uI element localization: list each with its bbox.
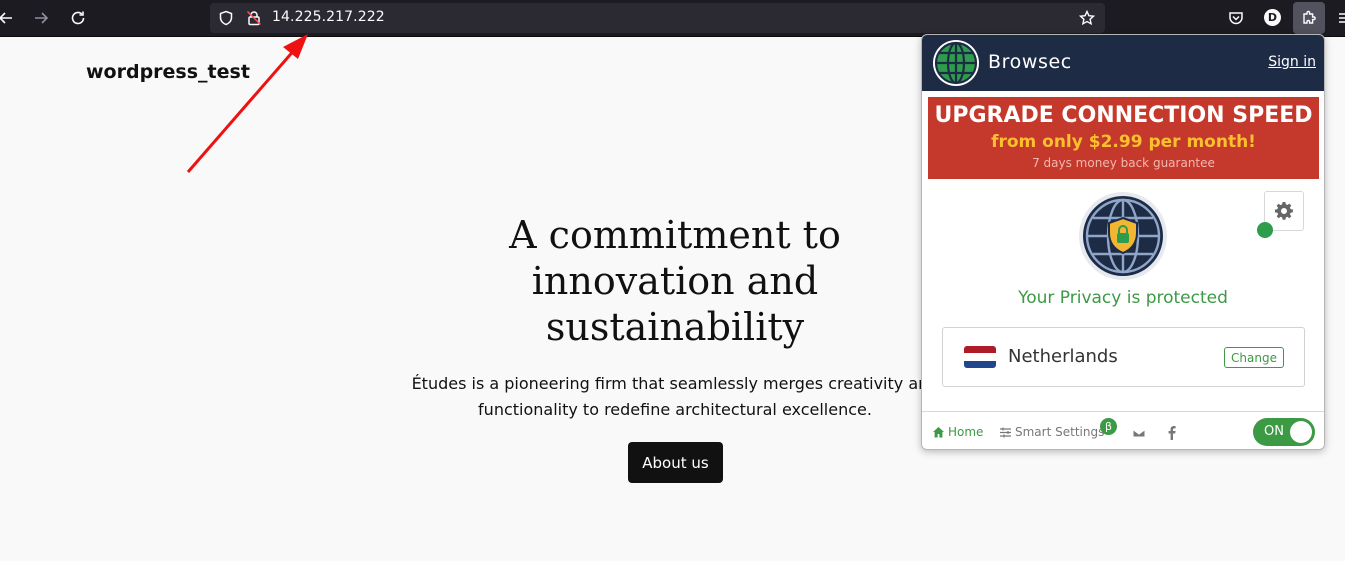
account-avatar[interactable]: D [1264, 9, 1281, 26]
tracking-protection-icon[interactable] [218, 10, 234, 26]
browsec-popup: Browsec Sign in UPGRADE CONNECTION SPEED… [921, 34, 1325, 450]
star-icon[interactable] [1078, 9, 1096, 26]
url-bar[interactable]: 14.225.217.222 [210, 3, 1105, 33]
sign-in-link[interactable]: Sign in [1268, 54, 1316, 70]
browsec-brand: Browsec [988, 51, 1072, 73]
sliders-icon [1000, 427, 1011, 437]
toggle-label: ON [1264, 424, 1284, 439]
insecure-lock-icon[interactable] [246, 10, 262, 26]
toggle-knob [1290, 421, 1312, 443]
footer-smart-settings-tab[interactable]: Smart Settings [999, 425, 1104, 439]
connection-status-dot [1257, 222, 1273, 238]
promo-title: UPGRADE CONNECTION SPEED [934, 103, 1313, 128]
forward-arrow-icon[interactable] [29, 6, 53, 30]
footer-home-tab[interactable]: Home [932, 425, 983, 439]
about-us-button[interactable]: About us [628, 442, 723, 483]
home-icon [933, 426, 944, 437]
beta-badge: β [1100, 418, 1117, 435]
hero-heading: A commitment to innovation and sustainab… [509, 213, 841, 349]
reload-icon[interactable] [66, 6, 90, 30]
upgrade-promo-banner[interactable]: UPGRADE CONNECTION SPEED from only $2.99… [928, 97, 1319, 179]
location-selector[interactable]: Netherlands Change [942, 327, 1305, 387]
browser-toolbar: 14.225.217.222 D [0, 0, 1345, 37]
pocket-icon[interactable] [1224, 6, 1248, 30]
change-location-button[interactable]: Change [1224, 347, 1284, 368]
hero-text: Études is a pioneering firm that seamles… [411, 374, 939, 419]
browsec-globe-logo-icon [933, 40, 979, 86]
popup-header: Browsec Sign in [922, 35, 1324, 91]
country-name: Netherlands [1008, 346, 1118, 367]
vpn-on-off-toggle[interactable]: ON [1253, 418, 1315, 446]
promo-subtitle: from only $2.99 per month! [991, 132, 1256, 152]
site-title[interactable]: wordpress_test [86, 61, 250, 83]
back-arrow-icon[interactable] [0, 6, 18, 30]
hamburger-menu-icon[interactable] [1333, 6, 1345, 30]
privacy-status-text: Your Privacy is protected [1018, 288, 1228, 308]
popup-footer: Home Smart Settings β ON [922, 411, 1324, 449]
home-label: Home [948, 425, 984, 439]
extensions-icon[interactable] [1293, 2, 1325, 34]
url-text[interactable]: 14.225.217.222 [272, 9, 385, 25]
smart-settings-label: Smart Settings [1015, 425, 1105, 439]
netherlands-flag-icon [964, 346, 996, 368]
mail-icon[interactable] [1132, 426, 1146, 440]
gear-icon [1275, 202, 1293, 220]
promo-guarantee: 7 days money back guarantee [1032, 156, 1215, 170]
facebook-icon[interactable] [1165, 425, 1179, 440]
protected-globe-shield-icon [1079, 192, 1167, 280]
